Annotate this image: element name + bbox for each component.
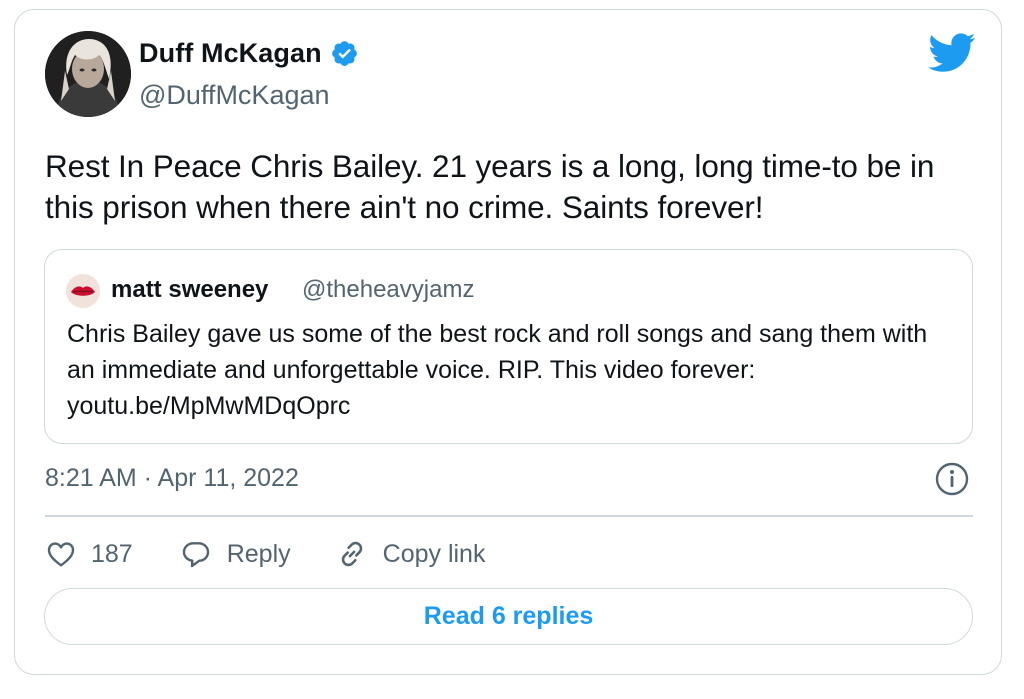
- author-handle[interactable]: @DuffMcKagan: [139, 80, 330, 111]
- divider: [45, 515, 973, 517]
- verified-badge-icon: [331, 41, 357, 66]
- heart-icon: [47, 542, 75, 567]
- copy-link-button[interactable]: Copy link: [335, 537, 486, 571]
- reply-label: Reply: [226, 539, 291, 568]
- quoted-tweet-text: Chris Bailey gave us some of the best ro…: [67, 320, 928, 420]
- tweet-actions: 187 Reply Copy link: [45, 532, 485, 576]
- author-name-row: Duff McKagan: [139, 38, 359, 69]
- tweet-timestamp[interactable]: 8:21 AM · Apr 11, 2022: [45, 464, 299, 493]
- like-count: 187: [91, 539, 133, 568]
- author-display-name[interactable]: Duff McKagan: [139, 38, 322, 69]
- twitter-bird-icon[interactable]: [928, 33, 976, 73]
- read-replies-button[interactable]: Read 6 replies: [44, 588, 973, 645]
- like-button[interactable]: 187: [45, 538, 133, 570]
- copy-link-label: Copy link: [382, 539, 486, 568]
- speech-bubble-icon: [182, 542, 209, 568]
- reply-button[interactable]: Reply: [179, 538, 291, 570]
- quoted-author-name: matt sweeney: [111, 276, 269, 303]
- quoted-author-handle: @theheavyjamz: [302, 276, 475, 303]
- tweet-text: Rest In Peace Chris Bailey. 21 years is …: [45, 148, 935, 225]
- quoted-author-avatar: [66, 274, 100, 308]
- link-icon: [341, 541, 362, 567]
- info-icon[interactable]: [934, 461, 970, 497]
- author-avatar[interactable]: [45, 31, 131, 117]
